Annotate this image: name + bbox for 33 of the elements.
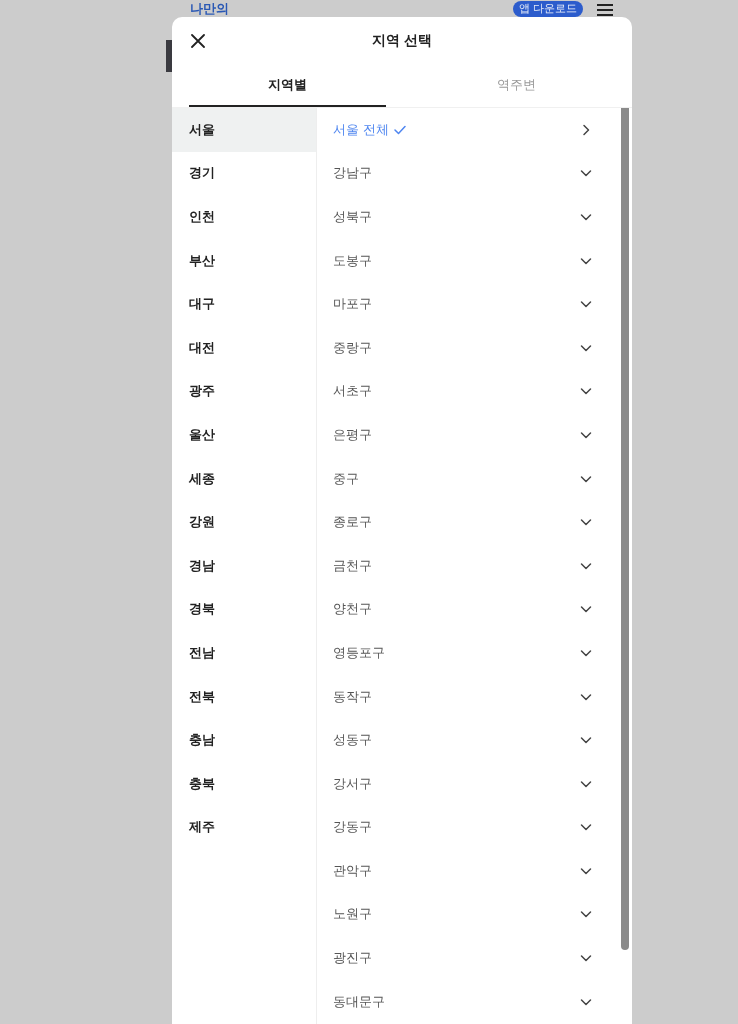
chevron-right-icon [580, 123, 592, 136]
district-item[interactable]: 영등포구 [317, 631, 616, 675]
check-icon [394, 124, 407, 135]
panel-edge [166, 40, 172, 72]
close-icon [191, 34, 205, 48]
district-item[interactable]: 종로구 [317, 500, 616, 544]
scrollbar[interactable] [621, 108, 629, 950]
sheet-title: 지역 선택 [371, 32, 433, 50]
district-item[interactable]: 성북구 [317, 195, 616, 239]
close-button[interactable] [191, 34, 205, 48]
district-item[interactable]: 강동구 [317, 805, 616, 850]
district-item[interactable]: 강서구 [317, 761, 616, 806]
district-item[interactable]: 노원구 [317, 892, 616, 937]
district-item[interactable]: 광진구 [317, 936, 616, 980]
district-item[interactable]: 금천구 [317, 543, 616, 588]
district-item[interactable]: 동작구 [317, 674, 616, 719]
district-item[interactable]: 도봉구 [317, 238, 616, 283]
district-item[interactable]: 서초구 [317, 369, 616, 414]
menu-icon[interactable] [597, 4, 613, 16]
app-download-button[interactable]: 앱 다운로드 [512, 1, 583, 17]
district-item[interactable]: 관악구 [317, 849, 616, 893]
district-item[interactable]: 은평구 [317, 413, 616, 457]
chevron-down-icon [580, 211, 592, 223]
district-item[interactable]: 동대문구 [317, 979, 616, 1024]
logo-text: 나만의 [190, 1, 229, 16]
district-item[interactable]: 성동구 [317, 718, 616, 762]
district-item[interactable]: 중구 [317, 456, 616, 501]
region-item[interactable]: 서울 [172, 108, 316, 152]
district-item[interactable]: 강남구 [317, 151, 616, 196]
district-item[interactable]: 양천구 [317, 587, 616, 632]
district-item[interactable]: 마포구 [317, 282, 616, 326]
district-item[interactable]: 서울 전체 [317, 108, 616, 152]
district-item[interactable]: 중랑구 [317, 325, 616, 370]
